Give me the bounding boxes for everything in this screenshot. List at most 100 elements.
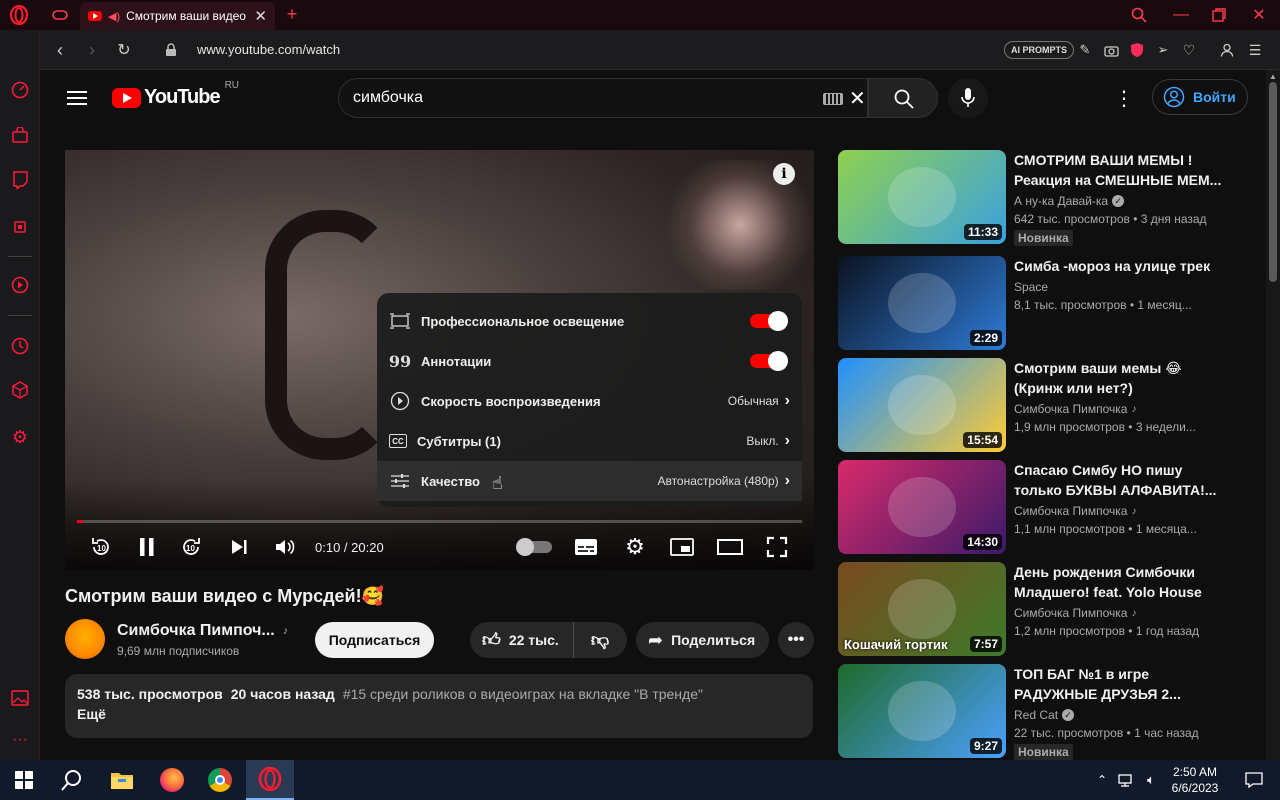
recommendation-channel[interactable]: Red Cat ✓ — [1014, 708, 1075, 722]
next-button[interactable] — [227, 534, 251, 560]
chrome-icon[interactable] — [196, 760, 244, 800]
video-thumbnail[interactable]: 15:54 — [838, 358, 1006, 452]
recommendation-item[interactable]: 14:30 Спасаю Симбу НО пишу только БУКВЫ А… — [838, 460, 1258, 556]
recommendation-title[interactable]: ТОП БАГ №1 в игре РАДУЖНЫЕ ДРУЗЬЯ 2... — [1014, 664, 1224, 704]
settings-gear-icon[interactable]: ⚙ — [10, 427, 30, 447]
account-icon[interactable] — [1218, 41, 1236, 59]
page-scrollbar[interactable]: ▲ — [1266, 70, 1280, 760]
hamburger-menu-icon[interactable] — [66, 87, 88, 109]
annotations-toggle[interactable] — [750, 351, 788, 371]
video-player[interactable]: i Профессиональное освещение 99 Аннотаци… — [65, 150, 814, 570]
video-thumbnail[interactable]: 2:29 — [838, 256, 1006, 350]
progress-bar[interactable] — [77, 520, 802, 523]
menu-item-annotations[interactable]: 99 Аннотации — [377, 341, 802, 381]
shopping-icon[interactable] — [10, 125, 30, 145]
keyboard-icon[interactable] — [823, 93, 843, 105]
show-more-button[interactable]: Ещё — [77, 706, 801, 722]
recommendation-channel[interactable]: Space — [1014, 280, 1048, 294]
lighting-toggle[interactable] — [750, 311, 788, 331]
recommendation-item[interactable]: 2:29 Симба -мороз на улице трек Space 8,1 т… — [838, 256, 1258, 352]
player-icon[interactable] — [10, 275, 30, 295]
forward-10-button[interactable]: 10 — [179, 534, 203, 560]
recommendation-channel[interactable]: А ну-ка Давай-ка ✓ — [1014, 194, 1125, 208]
forward-icon[interactable]: › — [82, 40, 102, 60]
maximize-icon[interactable] — [1208, 4, 1230, 26]
share-button[interactable]: ➦ Поделиться — [636, 622, 769, 658]
scroll-up-arrow-icon[interactable]: ▲ — [1269, 72, 1277, 81]
youtube-logo[interactable]: YouTube RU — [112, 80, 239, 109]
video-thumbnail[interactable]: Кошачий тортик 7:57 — [838, 562, 1006, 656]
gamepad-icon[interactable] — [50, 5, 70, 25]
menu-item-lighting[interactable]: Профессиональное освещение — [377, 301, 802, 341]
speaker-icon[interactable]: ◀) — [108, 10, 120, 23]
volume-muted-icon[interactable]: 🔈︎ — [1138, 760, 1164, 800]
menu-item-quality[interactable]: Качество Автонастройка (480p) › — [377, 461, 802, 501]
more-actions-button[interactable]: ••• — [778, 622, 814, 658]
search-icon[interactable] — [48, 760, 96, 800]
menu-item-speed[interactable]: Скорость воспроизведения Обычная › — [377, 381, 802, 421]
edit-icon[interactable]: ✎ — [1076, 41, 1094, 59]
recommendation-title[interactable]: День рождения Симбочки Младшего! feat. Y… — [1014, 562, 1224, 602]
close-window-icon[interactable]: ✕ — [1248, 4, 1270, 26]
rewind-10-button[interactable]: 10 — [89, 534, 113, 560]
like-button[interactable]: 👍︎ 22 тыс. — [470, 622, 574, 658]
recommendation-item[interactable]: Кошачий тортик 7:57 День рождения Симбочки… — [838, 562, 1258, 658]
trending-link[interactable]: #15 среди роликов о видеоиграх на вкладк… — [343, 686, 703, 702]
minimize-icon[interactable]: — — [1170, 4, 1192, 26]
recommendation-item[interactable]: 15:54 Смотрим ваши мемы 😂 (Кринж или нет?… — [838, 358, 1258, 454]
settings-button[interactable]: ⚙ — [623, 534, 647, 560]
tray-clock[interactable]: 2:50 AM 6/6/2023 — [1168, 764, 1222, 796]
recommendation-channel[interactable]: Симбочка Пимпочка ♪ — [1014, 606, 1136, 620]
theater-mode-button[interactable] — [717, 534, 743, 560]
autoplay-toggle[interactable] — [516, 534, 553, 560]
network-icon[interactable] — [1114, 760, 1140, 800]
reload-icon[interactable]: ↻ — [114, 40, 134, 60]
windows-start-icon[interactable] — [0, 760, 48, 800]
recommendation-channel[interactable]: Симбочка Пимпочка ♪ — [1014, 402, 1136, 416]
url-field[interactable]: www.youtube.com/watch — [197, 42, 340, 57]
notifications-icon[interactable] — [1230, 760, 1278, 800]
channel-avatar[interactable] — [65, 619, 105, 659]
search-button[interactable] — [868, 78, 938, 118]
opera-gx-icon[interactable] — [246, 760, 294, 800]
firefox-icon[interactable] — [148, 760, 196, 800]
subscribe-button[interactable]: Подписаться — [315, 622, 434, 658]
search-tabs-icon[interactable] — [1128, 4, 1150, 26]
twitch-icon[interactable] — [10, 170, 30, 190]
dislike-button[interactable]: 👎︎ — [574, 622, 626, 658]
channel-name[interactable]: Симбочка Пимпоч... ♪ — [117, 622, 288, 640]
miniplayer-button[interactable] — [669, 534, 695, 560]
lock-icon[interactable] — [162, 41, 180, 59]
fullscreen-button[interactable] — [765, 534, 789, 560]
signin-button[interactable]: Войти — [1152, 79, 1248, 115]
volume-button[interactable] — [273, 534, 297, 560]
tab-close-icon[interactable]: ✕ — [254, 7, 267, 25]
recommendation-title[interactable]: Симба -мороз на улице трек — [1014, 256, 1224, 276]
recommendation-item[interactable]: 9:27 ТОП БАГ №1 в игре РАДУЖНЫЕ ДРУЗЬЯ 2.… — [838, 664, 1258, 760]
ai-prompts-button[interactable]: AI PROMPTS — [1004, 41, 1075, 59]
new-tab-icon[interactable]: + — [282, 3, 302, 25]
speed-dial-icon[interactable] — [10, 80, 30, 100]
file-explorer-icon[interactable] — [98, 760, 146, 800]
camera-icon[interactable] — [1102, 41, 1120, 59]
menu-item-subtitles[interactable]: CC Субтитры (1) Выкл. › — [377, 421, 802, 461]
scrollbar-thumb[interactable] — [1269, 82, 1277, 282]
info-icon[interactable]: i — [773, 163, 795, 185]
recommendation-title[interactable]: СМОТРИМ ВАШИ МЕМЫ ! Реакция на СМЕШНЫЕ М… — [1014, 150, 1224, 190]
tray-chevron-up-icon[interactable]: ⌃ — [1088, 760, 1116, 800]
subtitles-button[interactable] — [573, 534, 599, 560]
recommendation-title[interactable]: Спасаю Симбу НО пишу только БУКВЫ АЛФАВИ… — [1014, 460, 1224, 500]
extensions-cube-icon[interactable] — [10, 380, 30, 400]
video-thumbnail[interactable]: 14:30 — [838, 460, 1006, 554]
ai-chip-icon[interactable] — [10, 217, 30, 237]
pause-button[interactable] — [135, 534, 159, 560]
gallery-icon[interactable] — [10, 688, 30, 708]
heart-icon[interactable]: ♡ — [1180, 41, 1198, 59]
tab-youtube[interactable]: ◀) Смотрим ваши видео с Мурсдей! ✕ — [80, 2, 275, 30]
easy-setup-icon[interactable]: ☰ — [1246, 41, 1264, 59]
settings-dots-icon[interactable]: ⋮ — [1114, 87, 1134, 110]
recommendation-title[interactable]: Смотрим ваши мемы 😂 (Кринж или нет?) — [1014, 358, 1224, 398]
voice-search-button[interactable] — [948, 78, 988, 118]
video-thumbnail[interactable]: 11:33 — [838, 150, 1006, 244]
clear-search-icon[interactable]: ✕ — [849, 86, 866, 111]
